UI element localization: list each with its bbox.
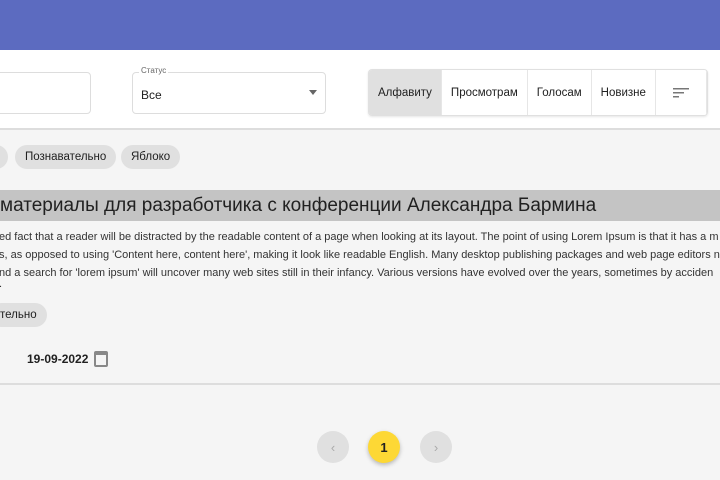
article-tag-chip[interactable]: тельно [0,303,47,327]
status-select[interactable]: Статус Все [132,66,326,114]
article-text-line: . [0,278,720,290]
filter-bar: Статус Все Алфавиту Просмотрам Голосам Н… [0,50,720,130]
page-1-button[interactable]: 1 [368,431,400,463]
search-input[interactable] [0,72,91,114]
tag-chip[interactable] [0,145,8,169]
status-value: Все [141,88,162,102]
article-date: 19-09-2022 [27,352,89,366]
calendar-icon[interactable] [94,351,108,367]
sort-views[interactable]: Просмотрам [441,70,528,115]
sort-newest[interactable]: Новизне [591,70,656,115]
article-title[interactable]: материалы для разработчика с конференции… [0,190,720,221]
prev-page-button[interactable]: ‹ [317,431,349,463]
divider [0,383,720,385]
tag-chip[interactable]: Яблоко [121,145,181,169]
sort-alphabet[interactable]: Алфавиту [369,70,442,115]
sort-direction-button[interactable] [655,70,707,115]
sort-votes[interactable]: Голосам [527,70,592,115]
article-text-line: ed fact that a reader will be distracted… [0,231,719,243]
app-header [0,0,720,50]
sort-toggle-group: Алфавиту Просмотрам Голосам Новизне [368,69,708,116]
tag-chip[interactable]: Познавательно [15,145,117,169]
status-label: Статус [139,66,169,75]
article-text-line: s, as opposed to using 'Content here, co… [0,249,720,261]
dropdown-arrow-icon [309,90,317,95]
next-page-button[interactable]: › [420,431,452,463]
sort-icon [672,87,689,97]
